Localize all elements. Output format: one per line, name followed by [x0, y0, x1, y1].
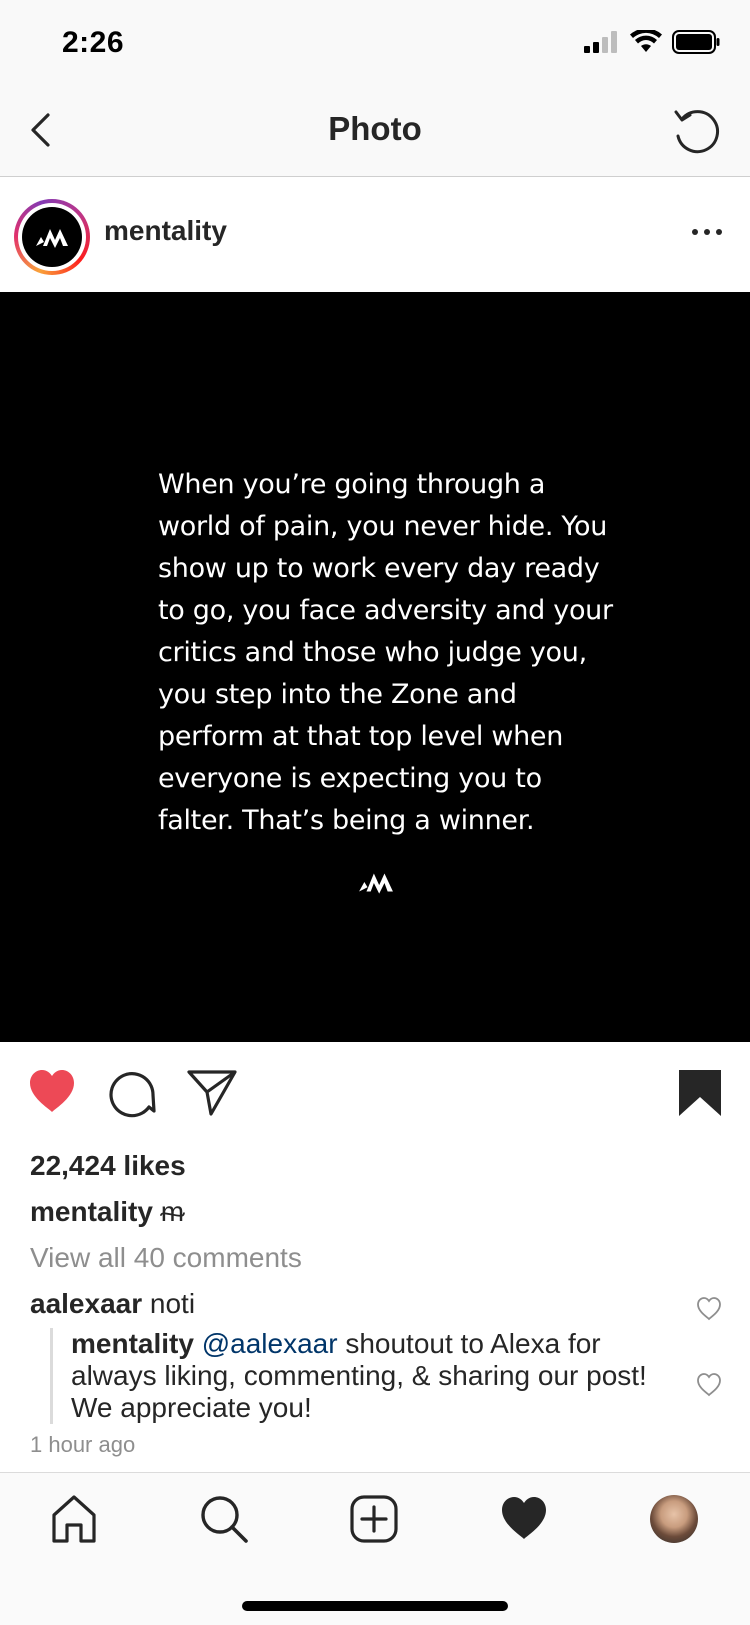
caption-username[interactable]: mentality	[30, 1196, 153, 1227]
bookmark-icon[interactable]	[674, 1066, 726, 1118]
reply-mention[interactable]: @aalexaar	[202, 1328, 338, 1359]
add-post-icon[interactable]	[348, 1493, 400, 1545]
comment-icon[interactable]	[106, 1066, 158, 1118]
heart-icon[interactable]	[26, 1066, 78, 1118]
quote-text: When you’re going through a world of pai…	[158, 469, 613, 836]
reply-username[interactable]: mentality	[71, 1328, 194, 1359]
post-timestamp: 1 hour ago	[30, 1432, 136, 1457]
refresh-icon[interactable]	[668, 104, 726, 162]
home-indicator	[242, 1601, 508, 1611]
comment: aalexaar noti	[30, 1288, 195, 1320]
post-details: 22,424 likes mentality ᵯ View all 40 com…	[0, 1142, 750, 1472]
status-bar: 2:26	[0, 0, 750, 90]
caption-text: ᵯ	[160, 1196, 185, 1227]
comment-username[interactable]: aalexaar	[30, 1288, 142, 1319]
post-username[interactable]: mentality	[104, 215, 227, 247]
comment-text: noti	[149, 1288, 196, 1319]
reply-comment: mentality @aalexaar shoutout to Alexa fo…	[50, 1328, 691, 1424]
send-icon[interactable]	[186, 1066, 238, 1118]
status-icons	[584, 30, 720, 54]
avatar[interactable]	[14, 199, 90, 275]
post-header: mentality	[0, 177, 750, 292]
search-icon[interactable]	[198, 1493, 250, 1545]
page-title: Photo	[328, 110, 422, 147]
likes-count[interactable]: 22,424 likes	[30, 1150, 186, 1182]
comment-like-icon[interactable]	[696, 1296, 722, 1322]
home-icon[interactable]	[48, 1493, 100, 1545]
mentality-watermark-icon	[359, 873, 393, 894]
battery-icon	[672, 30, 720, 54]
reply-like-icon[interactable]	[696, 1372, 722, 1398]
view-all-comments-link[interactable]: View all 40 comments	[30, 1242, 302, 1274]
more-icon[interactable]	[692, 229, 722, 235]
navigation-bar: Photo	[0, 90, 750, 177]
post-image[interactable]: When you’re going through a world of pai…	[0, 292, 750, 1042]
action-bar	[0, 1042, 750, 1142]
caption: mentality ᵯ	[30, 1196, 184, 1228]
mentality-logo-icon	[36, 229, 68, 248]
wifi-icon	[630, 30, 662, 52]
mentality-logo	[22, 207, 82, 267]
activity-heart-icon[interactable]	[498, 1493, 550, 1545]
profile-avatar[interactable]	[650, 1495, 698, 1543]
tab-bar	[0, 1472, 750, 1625]
signal-icon	[584, 31, 617, 53]
status-time: 2:26	[62, 26, 125, 59]
